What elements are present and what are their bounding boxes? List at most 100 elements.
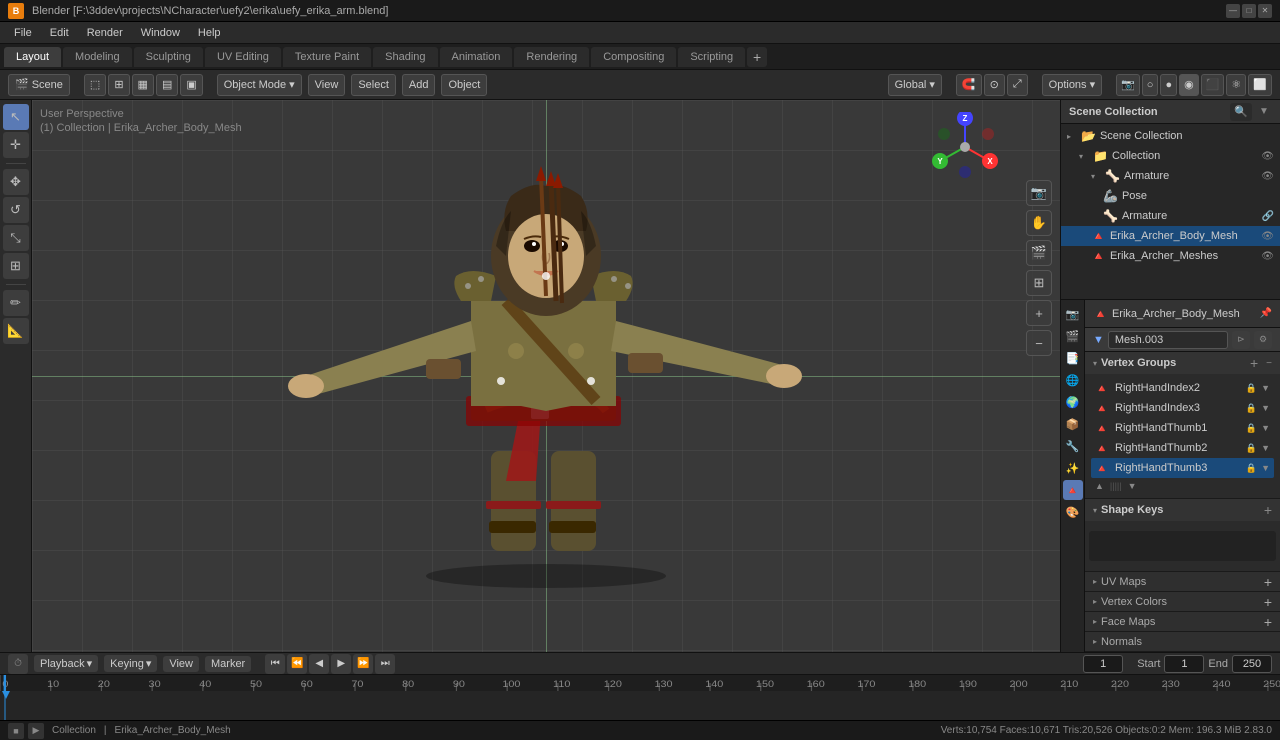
prop-material-icon[interactable]: 🎨 bbox=[1063, 502, 1083, 522]
transform-tool-btn[interactable]: ⊞ bbox=[3, 253, 29, 279]
vg-down-2[interactable]: ▼ bbox=[1261, 403, 1270, 413]
viewport-shading-1[interactable]: ○ bbox=[1142, 74, 1159, 96]
cursor-tool-btn[interactable]: ✛ bbox=[3, 132, 29, 158]
timeline-type-icon[interactable]: ⏱ bbox=[8, 654, 28, 674]
zoom-out-btn[interactable]: − bbox=[1026, 330, 1052, 356]
tool-icon-5[interactable]: ▣ bbox=[180, 74, 202, 96]
outliner-item-armature2[interactable]: 🦴 Armature 🔗 bbox=[1061, 206, 1280, 226]
mesh-options-icon[interactable]: ⚙ bbox=[1254, 331, 1272, 349]
tool-icon-4[interactable]: ▤ bbox=[156, 74, 178, 96]
select-tool-btn[interactable]: ↖ bbox=[3, 104, 29, 130]
snap-icon[interactable]: 🧲 bbox=[956, 74, 982, 96]
vg-lock-2[interactable]: 🔒 bbox=[1246, 403, 1257, 414]
prop-obj-pin-icon[interactable]: 📌 bbox=[1260, 308, 1272, 319]
vg-down-5[interactable]: ▼ bbox=[1261, 463, 1270, 473]
zoom-in-btn[interactable]: + bbox=[1026, 300, 1052, 326]
collection-eye[interactable]: 👁 bbox=[1261, 151, 1274, 162]
tab-compositing[interactable]: Compositing bbox=[591, 47, 676, 67]
next-keyframe-btn[interactable]: ⏩ bbox=[353, 654, 373, 674]
render-view-icon[interactable]: 📷 bbox=[1116, 74, 1140, 96]
scene-selector[interactable]: 🎬 Scene bbox=[8, 74, 70, 96]
end-frame-input[interactable]: 250 bbox=[1232, 655, 1272, 673]
mesh-browse-icon[interactable]: ⊳ bbox=[1232, 331, 1250, 349]
body-mesh-eye[interactable]: 👁 bbox=[1261, 231, 1274, 242]
viewport-shading-3[interactable]: ◉ bbox=[1179, 74, 1199, 96]
menu-window[interactable]: Window bbox=[133, 25, 188, 41]
hand-grab-btn[interactable]: ✋ bbox=[1026, 210, 1052, 236]
archer-meshes-eye[interactable]: 👁 bbox=[1261, 251, 1274, 262]
object-menu-btn[interactable]: Object bbox=[441, 74, 487, 96]
current-frame-display[interactable]: 1 bbox=[1083, 655, 1123, 673]
prop-mesh-icon[interactable]: 🔺 bbox=[1063, 480, 1083, 500]
armature-eye[interactable]: 👁 bbox=[1261, 171, 1274, 182]
vg-row-2[interactable]: 🔺 RightHandIndex3 🔒 ▼ bbox=[1091, 398, 1274, 418]
movie-btn[interactable]: 🎬 bbox=[1026, 240, 1052, 266]
viewport-shading-2[interactable]: ● bbox=[1160, 74, 1177, 96]
tab-sculpting[interactable]: Sculpting bbox=[134, 47, 203, 67]
uv-maps-header[interactable]: ▸ UV Maps + bbox=[1085, 572, 1280, 592]
outliner-item-collection[interactable]: ▾ 📁 Collection 👁 bbox=[1061, 146, 1280, 166]
view-menu-btn[interactable]: View bbox=[308, 74, 346, 96]
viewport-overlay-icon[interactable]: ⚛ bbox=[1226, 74, 1246, 96]
outliner-item-armature[interactable]: ▾ 🦴 Armature 👁 bbox=[1061, 166, 1280, 186]
shape-keys-header[interactable]: ▾ Shape Keys + bbox=[1085, 499, 1280, 521]
outliner-item-scene-collection[interactable]: ▸ 📂 Scene Collection bbox=[1061, 126, 1280, 146]
vg-row-1[interactable]: 🔺 RightHandIndex2 🔒 ▼ bbox=[1091, 378, 1274, 398]
vg-row-5[interactable]: 🔺 RightHandThumb3 🔒 ▼ bbox=[1091, 458, 1274, 478]
vertex-groups-minus-btn[interactable]: − bbox=[1266, 358, 1272, 369]
vertex-groups-header[interactable]: ▾ Vertex Groups + − bbox=[1085, 352, 1280, 374]
vg-lock-5[interactable]: 🔒 bbox=[1246, 463, 1257, 474]
prop-modifier-icon[interactable]: 🔧 bbox=[1063, 436, 1083, 456]
outliner-item-pose[interactable]: 🦾 Pose bbox=[1061, 186, 1280, 206]
vg-down-btn[interactable]: ▼ bbox=[1128, 481, 1137, 491]
prev-keyframe-btn[interactable]: ⏪ bbox=[287, 654, 307, 674]
vg-row-3[interactable]: 🔺 RightHandThumb1 🔒 ▼ bbox=[1091, 418, 1274, 438]
mesh-name-input[interactable] bbox=[1108, 331, 1228, 349]
vertex-colors-add-btn[interactable]: + bbox=[1264, 594, 1272, 610]
menu-render[interactable]: Render bbox=[79, 25, 131, 41]
global-space-dropdown[interactable]: Global ▾ bbox=[888, 74, 942, 96]
keying-btn[interactable]: Keying ▾ bbox=[104, 655, 157, 672]
play-btn[interactable]: ▶ bbox=[331, 654, 351, 674]
vg-down-1[interactable]: ▼ bbox=[1261, 383, 1270, 393]
prop-object-icon[interactable]: 📦 bbox=[1063, 414, 1083, 434]
menu-file[interactable]: File bbox=[6, 25, 40, 41]
vg-row-4[interactable]: 🔺 RightHandThumb2 🔒 ▼ bbox=[1091, 438, 1274, 458]
tool-icon-3[interactable]: ▦ bbox=[132, 74, 154, 96]
tab-modeling[interactable]: Modeling bbox=[63, 47, 132, 67]
options-btn[interactable]: Options ▾ bbox=[1042, 74, 1102, 96]
prop-view-layer-icon[interactable]: 📑 bbox=[1063, 348, 1083, 368]
shape-keys-list[interactable] bbox=[1089, 531, 1276, 561]
add-menu-btn[interactable]: Add bbox=[402, 74, 436, 96]
annotate-tool-btn[interactable]: ✏ bbox=[3, 290, 29, 316]
tool-icon-2[interactable]: ⊞ bbox=[108, 74, 129, 96]
prop-particles-icon[interactable]: ✨ bbox=[1063, 458, 1083, 478]
timeline-view-btn[interactable]: View bbox=[163, 656, 199, 672]
prop-scene-icon[interactable]: 🌐 bbox=[1063, 370, 1083, 390]
axis-gizmo[interactable]: Z X Y bbox=[930, 112, 1000, 182]
tool-icon-1[interactable]: ⬚ bbox=[84, 74, 106, 96]
xray-icon[interactable]: ⬜ bbox=[1248, 74, 1272, 96]
vg-up-btn[interactable]: ▲ bbox=[1095, 481, 1104, 491]
maximize-button[interactable]: □ bbox=[1242, 4, 1256, 18]
tab-scripting[interactable]: Scripting bbox=[678, 47, 745, 67]
uv-maps-add-btn[interactable]: + bbox=[1264, 574, 1272, 590]
shape-keys-add-btn[interactable]: + bbox=[1264, 502, 1272, 518]
tab-animation[interactable]: Animation bbox=[440, 47, 513, 67]
prop-output-icon[interactable]: 🎬 bbox=[1063, 326, 1083, 346]
vg-lock-3[interactable]: 🔒 bbox=[1246, 423, 1257, 434]
vg-down-4[interactable]: ▼ bbox=[1261, 443, 1270, 453]
tab-rendering[interactable]: Rendering bbox=[514, 47, 589, 67]
select-menu-btn[interactable]: Select bbox=[351, 74, 396, 96]
timeline-ruler[interactable]: 0 10 20 30 40 50 60 70 80 bbox=[0, 675, 1280, 720]
viewport[interactable]: User Perspective (1) Collection | Erika_… bbox=[32, 100, 1060, 652]
grid-view-btn[interactable]: ⊞ bbox=[1026, 270, 1052, 296]
outliner-item-archer-meshes[interactable]: 🔺 Erika_Archer_Meshes 👁 bbox=[1061, 246, 1280, 266]
close-button[interactable]: ✕ bbox=[1258, 4, 1272, 18]
tab-shading[interactable]: Shading bbox=[373, 47, 437, 67]
vg-lock-1[interactable]: 🔒 bbox=[1246, 383, 1257, 394]
face-maps-header[interactable]: ▸ Face Maps + bbox=[1085, 612, 1280, 632]
vg-down-3[interactable]: ▼ bbox=[1261, 423, 1270, 433]
tab-uv-editing[interactable]: UV Editing bbox=[205, 47, 281, 67]
measure-tool-btn[interactable]: 📐 bbox=[3, 318, 29, 344]
